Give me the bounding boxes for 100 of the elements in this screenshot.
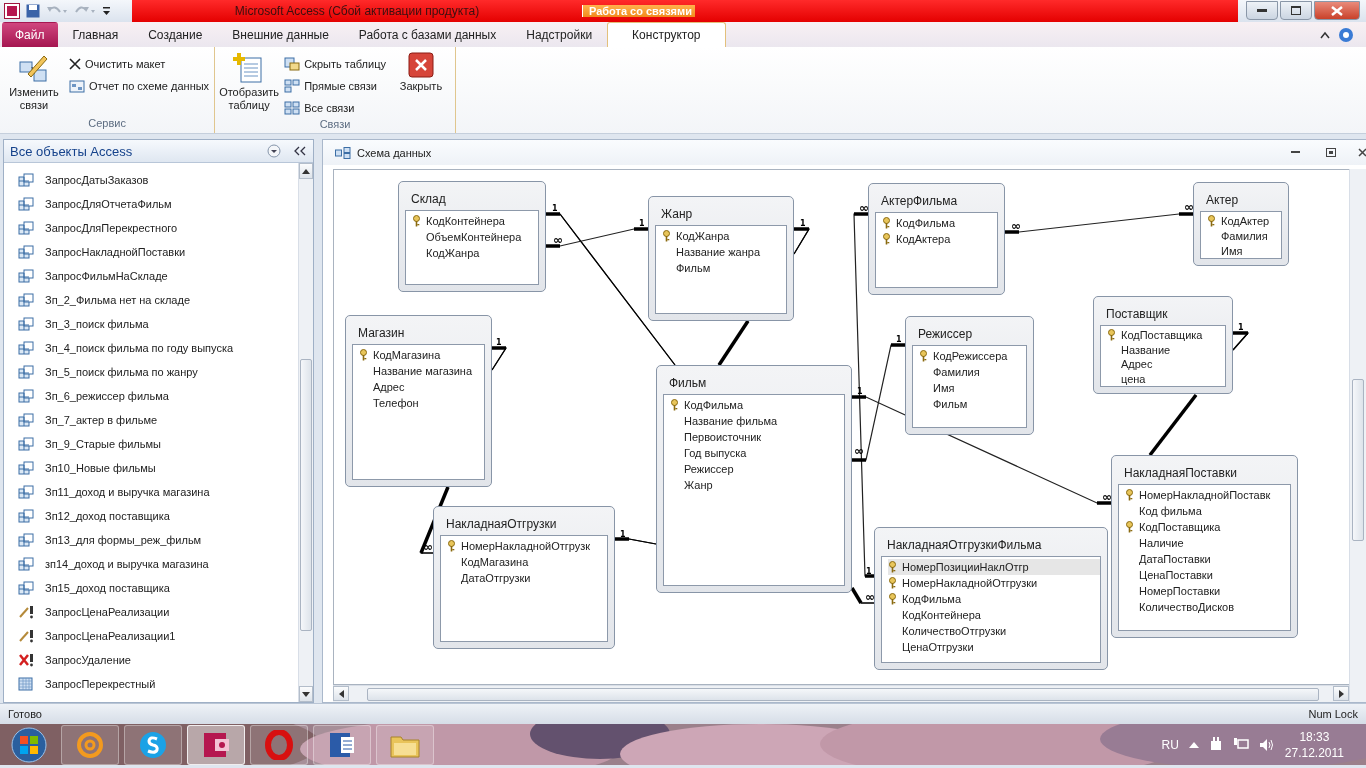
field-row[interactable]: КодПоставщика [1107, 328, 1225, 343]
query-item[interactable]: ЗапросДляОтчетаФильм [4, 192, 298, 216]
taskbar-app-button[interactable] [250, 724, 308, 765]
field-row[interactable]: Код фильма [1125, 503, 1290, 519]
ribbon-button[interactable]: Все связи [282, 98, 388, 118]
ribbon-button[interactable]: Отобразить таблицу [218, 50, 281, 118]
field-row[interactable]: Адрес [359, 379, 484, 395]
scrollbar-thumb[interactable] [367, 688, 1319, 701]
field-row[interactable]: ДатаПоставки [1125, 551, 1290, 567]
field-row[interactable]: КодФильма [882, 215, 997, 231]
query-item[interactable]: ЗапросПерекрестный [4, 672, 298, 696]
ribbon-tab[interactable]: Надстройки [511, 22, 608, 47]
table-window[interactable]: Склад КодКонтейнера ОбъемКонтейнера КодЖанра [398, 181, 546, 292]
language-indicator[interactable]: RU [1161, 737, 1179, 752]
query-item[interactable]: Зп12_доход поставщика [4, 504, 298, 528]
save-icon[interactable] [26, 4, 40, 18]
field-row[interactable]: ОбъемКонтейнера [412, 229, 538, 245]
ribbon-button[interactable]: Скрыть таблицу [282, 54, 388, 74]
network-icon[interactable] [1232, 737, 1249, 752]
table-window[interactable]: Режиссер КодРежиссера Фамилия Имя Фильм [905, 316, 1034, 435]
field-row[interactable]: КодРежиссера [919, 348, 1026, 364]
clock[interactable]: 18:33 27.12.2011 [1284, 728, 1344, 761]
table-window[interactable]: НакладнаяПоставки НомерНакладнойПоставк Код фильма КодПоставщика Наличие ДатаПоставки ЦенаПоставки НомерПоставки КоличествоДисков [1111, 455, 1298, 638]
field-row[interactable]: КодКонтейнера [412, 213, 538, 229]
field-row[interactable]: Название фильма [670, 413, 844, 429]
query-item[interactable]: Зп_9_Старые фильмы [4, 432, 298, 456]
ribbon-button[interactable]: Закрыть [389, 50, 452, 118]
ribbon-tab[interactable]: Конструктор [607, 22, 726, 47]
field-row[interactable]: Первоисточник [670, 429, 844, 445]
field-row[interactable]: КоличествоОтгрузки [888, 623, 1100, 639]
table-window[interactable]: Фильм КодФильма Название фильма Первоисточник Год выпуска Режиссер Жанр [656, 365, 852, 593]
ribbon-tab[interactable]: Главная [57, 22, 134, 47]
power-plug-icon[interactable] [1208, 736, 1223, 753]
customize-menu-icon[interactable] [102, 4, 111, 18]
field-row[interactable]: КодПоставщика [1125, 519, 1290, 535]
maximize-button[interactable] [1280, 1, 1312, 20]
field-row[interactable]: цена [1107, 371, 1225, 386]
query-item[interactable]: Зп15_доход поставщика [4, 576, 298, 600]
field-row[interactable]: КодЖанра [662, 228, 786, 244]
field-row[interactable]: НомерПоставки [1125, 583, 1290, 599]
field-row[interactable]: КодКонтейнера [888, 607, 1100, 623]
ribbon-tab[interactable]: Внешние данные [217, 22, 344, 47]
table-window[interactable]: АктерФильма КодФильма КодАктера [868, 183, 1005, 295]
collapse-pane-icon[interactable] [293, 145, 307, 157]
table-window[interactable]: Актер КодАктер Фамилия Имя [1193, 182, 1289, 266]
relationship-line[interactable] [851, 343, 906, 462]
taskbar-app-button[interactable] [187, 724, 245, 765]
scroll-left-button[interactable] [333, 686, 349, 701]
field-row[interactable]: Название [1107, 342, 1225, 357]
speaker-icon[interactable] [1258, 737, 1275, 752]
relationship-line[interactable] [545, 227, 649, 248]
ribbon-button[interactable]: Изменить связи [3, 50, 65, 117]
field-row[interactable]: Имя [919, 380, 1026, 396]
field-row[interactable]: Название магазина [359, 363, 484, 379]
field-row[interactable]: Название жанра [662, 244, 786, 260]
query-item[interactable]: Зп_2_Фильма нет на складе [4, 288, 298, 312]
field-row[interactable]: НомерНакладнойОтгрузки [888, 575, 1100, 591]
scrollbar-thumb[interactable] [1352, 379, 1364, 541]
scroll-right-button[interactable] [1333, 686, 1349, 701]
field-row[interactable]: Наличие [1125, 535, 1290, 551]
field-row[interactable]: КоличествоДисков [1125, 599, 1290, 615]
query-item[interactable]: ЗапросФильмНаСкладе [4, 264, 298, 288]
table-window[interactable]: Поставщик КодПоставщика Название Адрес цена [1093, 296, 1233, 394]
field-row[interactable]: ДатаОтгрузки [447, 570, 607, 586]
field-row[interactable]: ЦенаОтгрузки [888, 639, 1100, 655]
relationship-line[interactable] [1004, 212, 1194, 234]
query-item[interactable]: Зп11_доход и выручка магазина [4, 480, 298, 504]
field-row[interactable]: КодМагазина [447, 554, 607, 570]
field-row[interactable]: Имя [1207, 243, 1281, 258]
query-item[interactable]: Зп_5_поиск фильма по жанру [4, 360, 298, 384]
scrollbar-thumb[interactable] [300, 359, 312, 631]
scroll-up-button[interactable] [299, 163, 313, 179]
query-item[interactable]: Зп_4_поиск фильма по году выпуска [4, 336, 298, 360]
field-row[interactable]: Год выпуска [670, 445, 844, 461]
taskbar-app-button[interactable] [313, 724, 371, 765]
field-row[interactable]: КодАктера [882, 231, 997, 247]
relationship-line[interactable] [853, 212, 875, 578]
field-row[interactable]: КодАктер [1207, 214, 1281, 229]
collapse-ribbon-icon[interactable] [1320, 31, 1330, 39]
ribbon-button[interactable]: Прямые связи [282, 76, 388, 96]
ribbon-button[interactable]: Отчет по схеме данных [67, 76, 212, 96]
query-item[interactable]: ЗапросНакладнойПоставки [4, 240, 298, 264]
query-item[interactable]: Зп13_для формы_реж_фильм [4, 528, 298, 552]
query-item[interactable]: Зп_7_актер в фильме [4, 408, 298, 432]
query-item[interactable]: ЗапросУдаление [4, 648, 298, 672]
field-row[interactable]: Адрес [1107, 357, 1225, 372]
field-row[interactable]: Фамилия [919, 364, 1026, 380]
dropdown-icon[interactable] [267, 144, 281, 158]
field-row[interactable]: НомерНакладнойПоставк [1125, 487, 1290, 503]
ribbon-tab[interactable]: Работа с базами данных [343, 22, 512, 47]
scroll-down-button[interactable] [299, 686, 313, 702]
table-window[interactable]: НакладнаяОтгрузкиФильма НомерПозицииНаклОтгр НомерНакладнойОтгрузки КодФильма КодКонтейнера КоличествоОтгрузки ЦенаОтгрузки [874, 527, 1108, 670]
field-row[interactable]: Фильм [919, 396, 1026, 412]
field-row[interactable]: Фамилия [1207, 228, 1281, 244]
field-row[interactable]: КодФильма [888, 591, 1100, 607]
close-button[interactable] [1314, 1, 1360, 20]
field-row[interactable]: Фильм [662, 260, 786, 276]
query-item[interactable]: ЗапросЦенаРеализации [4, 600, 298, 624]
query-item[interactable]: Зп10_Новые фильмы [4, 456, 298, 480]
query-item[interactable]: ЗапросЦенаРеализации1 [4, 624, 298, 648]
